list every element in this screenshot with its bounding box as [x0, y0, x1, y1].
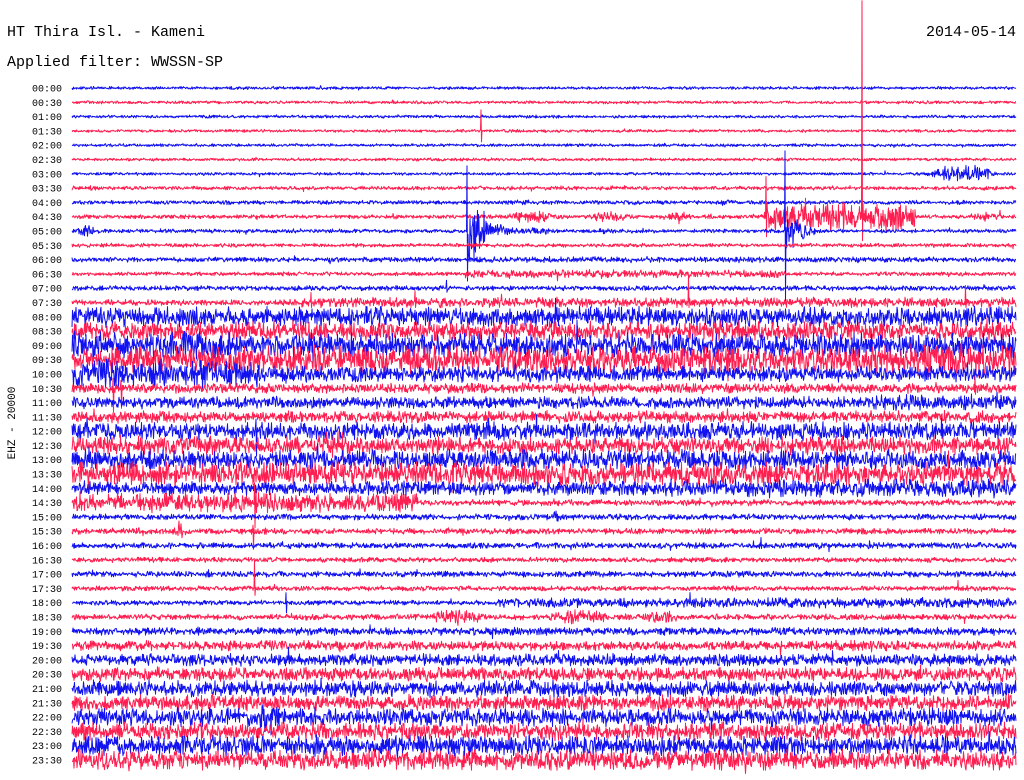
chart-title: HT Thira Isl. - Kameni — [7, 24, 205, 41]
row-time-label: 19:00 — [32, 628, 62, 639]
row-time-label: 03:30 — [32, 185, 62, 196]
row-time-label: 13:30 — [32, 471, 62, 482]
row-time-label: 07:30 — [32, 299, 62, 310]
row-time-label: 19:30 — [32, 642, 62, 653]
row-time-label: 18:00 — [32, 599, 62, 610]
row-time-label: 04:00 — [32, 199, 62, 210]
row-time-label: 18:30 — [32, 614, 62, 625]
row-time-label: 02:30 — [32, 156, 62, 167]
row-time-label: 17:30 — [32, 585, 62, 596]
row-time-label: 10:30 — [32, 385, 62, 396]
row-time-label: 09:00 — [32, 342, 62, 353]
row-time-label: 23:00 — [32, 742, 62, 753]
row-time-label: 21:00 — [32, 685, 62, 696]
row-time-label: 20:30 — [32, 671, 62, 682]
row-time-label: 11:30 — [32, 413, 62, 424]
row-time-label: 13:00 — [32, 456, 62, 467]
row-time-label: 12:00 — [32, 428, 62, 439]
helicorder-plot: 00:00 00:30 01:00 01:30 02:00 02:30 03:00 03:30… — [0, 0, 1024, 780]
row-time-label: 04:30 — [32, 213, 62, 224]
row-time-label: 15:30 — [32, 528, 62, 539]
row-time-label: 21:30 — [32, 699, 62, 710]
chart-date: 2014-05-14 — [926, 24, 1016, 41]
row-time-label: 07:00 — [32, 285, 62, 296]
row-time-label: 14:30 — [32, 499, 62, 510]
row-time-label: 01:00 — [32, 113, 62, 124]
row-time-label: 02:00 — [32, 142, 62, 153]
row-time-label: 09:30 — [32, 356, 62, 367]
row-time-label: 15:00 — [32, 513, 62, 524]
row-time-label: 12:30 — [32, 442, 62, 453]
row-time-label: 14:00 — [32, 485, 62, 496]
row-time-label: 00:00 — [32, 85, 62, 96]
row-time-label: 06:00 — [32, 256, 62, 267]
row-time-label: 22:30 — [32, 728, 62, 739]
row-time-label: 10:00 — [32, 371, 62, 382]
row-time-label: 03:00 — [32, 170, 62, 181]
row-time-label: 05:30 — [32, 242, 62, 253]
row-time-label: 20:00 — [32, 656, 62, 667]
row-time-label: 08:00 — [32, 313, 62, 324]
row-time-label: 00:30 — [32, 99, 62, 110]
row-time-label: 22:00 — [32, 714, 62, 725]
row-time-label: 16:30 — [32, 556, 62, 567]
y-axis-label: EHZ - 20000 — [7, 387, 19, 460]
row-time-label: 16:00 — [32, 542, 62, 553]
row-time-label: 06:30 — [32, 270, 62, 281]
row-time-label: 05:00 — [32, 228, 62, 239]
row-time-label: 11:00 — [32, 399, 62, 410]
row-time-label: 01:30 — [32, 127, 62, 138]
row-time-label: 17:00 — [32, 571, 62, 582]
row-time-label: 08:30 — [32, 328, 62, 339]
row-time-label: 23:30 — [32, 757, 62, 768]
filter-label: Applied filter: WWSSN-SP — [7, 54, 223, 71]
